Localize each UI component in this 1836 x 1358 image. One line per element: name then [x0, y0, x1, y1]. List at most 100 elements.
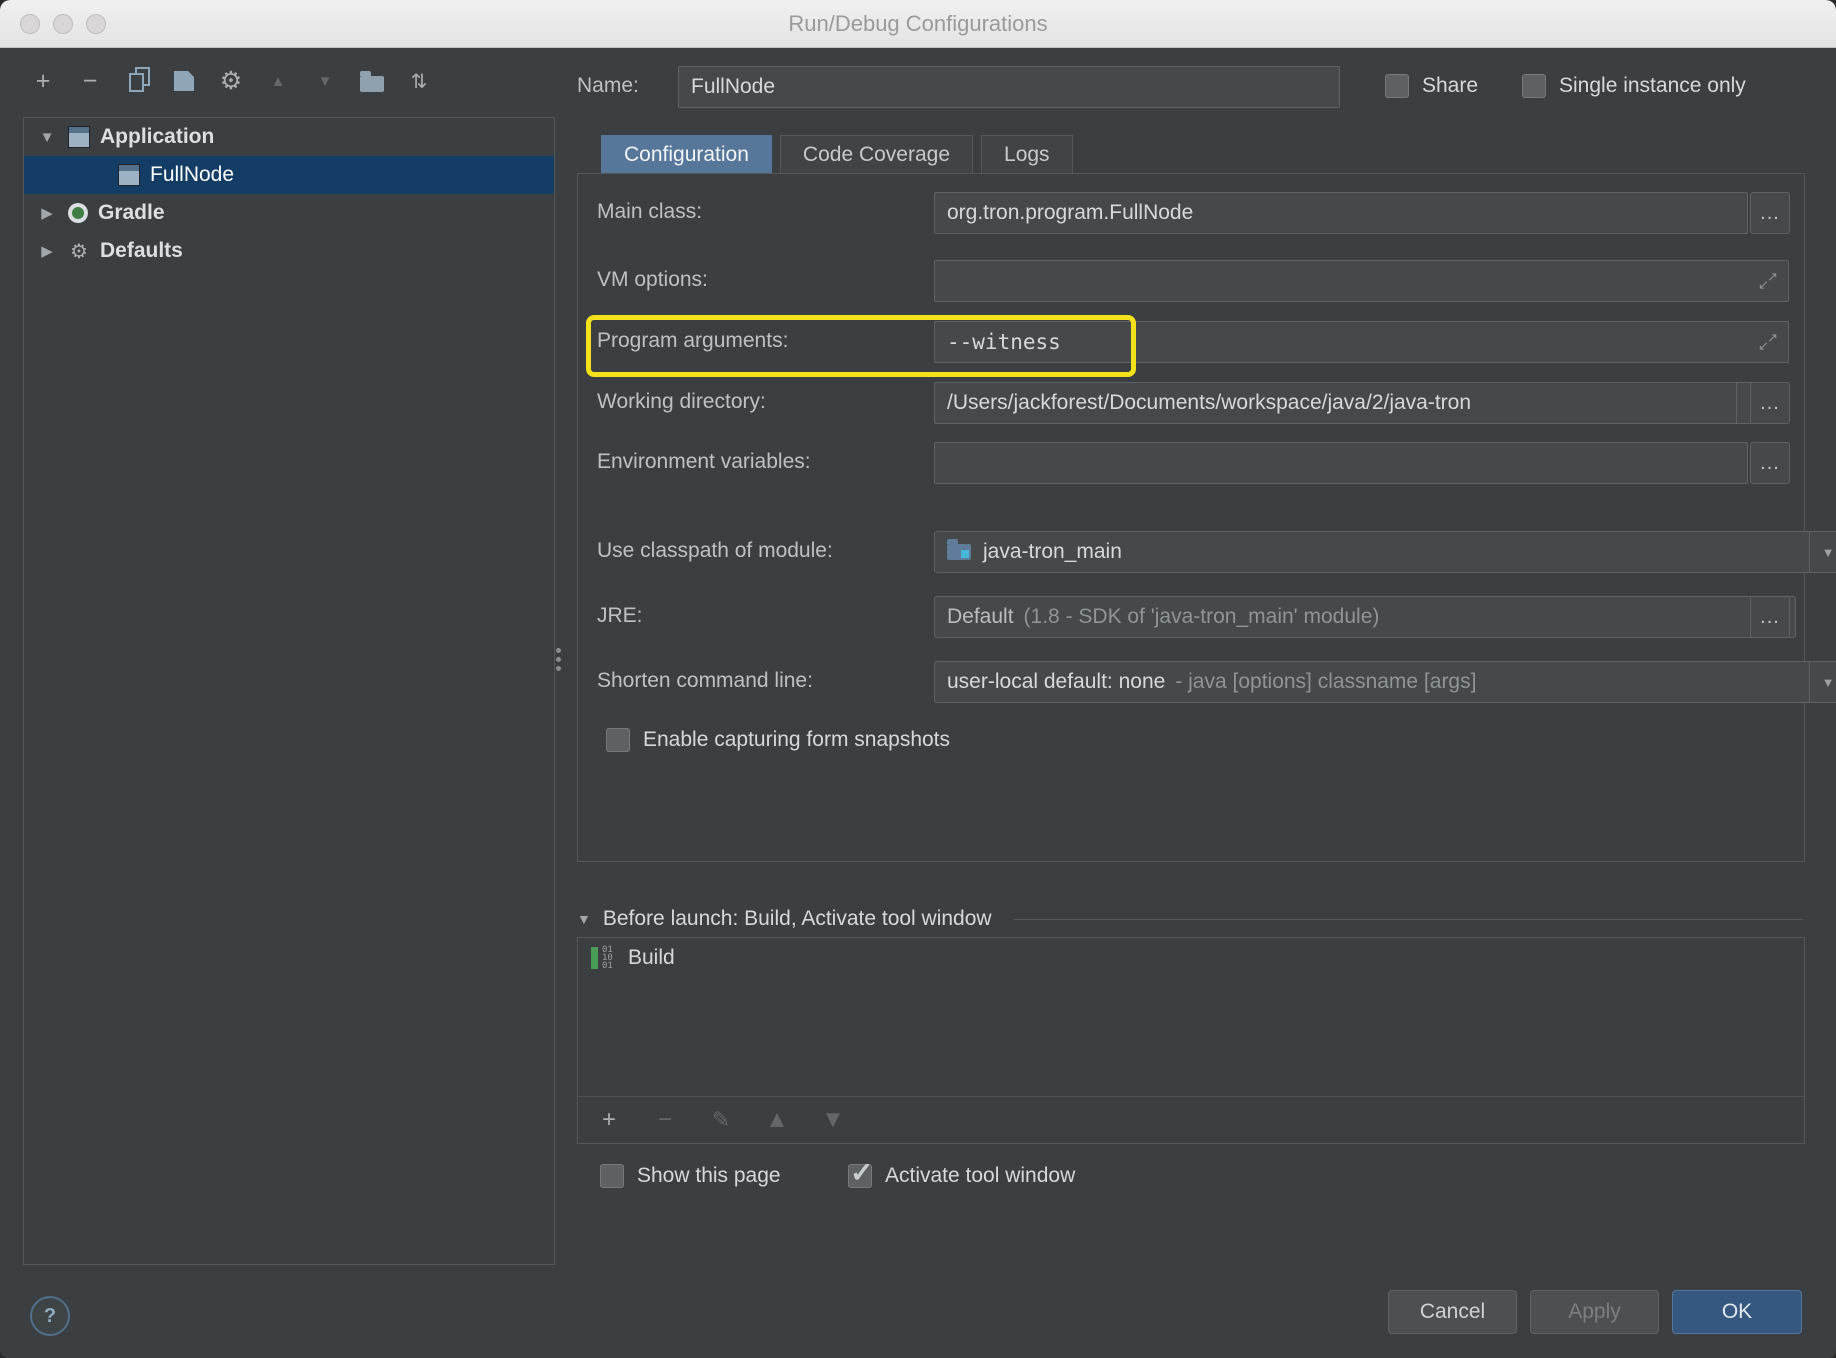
tab-code-coverage[interactable]: Code Coverage: [780, 135, 973, 174]
tab-configuration[interactable]: Configuration: [601, 135, 772, 174]
chevron-right-icon[interactable]: ▶: [36, 242, 58, 260]
jre-label: JRE:: [597, 596, 643, 636]
ok-button[interactable]: OK: [1672, 1290, 1802, 1334]
vm-options-input[interactable]: [935, 261, 1788, 301]
working-directory-field[interactable]: ▼: [934, 382, 1774, 424]
tab-label: Code Coverage: [803, 143, 950, 167]
tree-item-label: FullNode: [150, 163, 234, 187]
add-task-button[interactable]: +: [596, 1104, 622, 1136]
tree-item-application[interactable]: ▼ Application: [24, 118, 554, 156]
configuration-panel: Main class: ... VM options: ↗↙ Program a…: [577, 173, 1805, 862]
jre-browse-button[interactable]: ...: [1750, 596, 1790, 638]
expand-field-icon[interactable]: ↗↙: [1758, 332, 1778, 352]
divider: [1014, 919, 1803, 920]
wrench-icon: ⚙: [220, 66, 242, 96]
ok-label: OK: [1722, 1300, 1752, 1324]
chevron-up-icon: ▲: [765, 1106, 789, 1134]
tree-item-gradle[interactable]: ▶ Gradle: [24, 194, 554, 232]
share-checkbox-group[interactable]: Share: [1385, 70, 1478, 102]
tree-item-label: Gradle: [98, 201, 165, 225]
help-button[interactable]: ?: [30, 1296, 70, 1336]
before-launch-title: Before launch: Build, Activate tool wind…: [603, 907, 992, 931]
jre-select[interactable]: Default (1.8 - SDK of 'java-tron_main' m…: [934, 596, 1796, 638]
create-folder-button[interactable]: [359, 65, 385, 97]
show-this-page-checkbox-group[interactable]: Show this page: [600, 1160, 781, 1192]
move-down-button[interactable]: ▼: [312, 65, 338, 97]
move-task-down-button[interactable]: ▼: [820, 1104, 846, 1136]
configurations-toolbar: + − ⚙ ▲ ▼ ⇅: [30, 60, 432, 102]
environment-variables-label: Environment variables:: [597, 442, 811, 482]
capture-snapshots-checkbox-group[interactable]: Enable capturing form snapshots: [606, 724, 950, 756]
edit-task-button[interactable]: ✎: [708, 1104, 734, 1136]
before-launch-item-build[interactable]: Build: [578, 938, 1804, 978]
tab-label: Configuration: [624, 143, 749, 167]
before-launch-list: Build + − ✎ ▲ ▼: [577, 937, 1805, 1144]
capture-snapshots-label: Enable capturing form snapshots: [643, 728, 950, 752]
remove-task-button[interactable]: −: [652, 1104, 678, 1136]
expand-field-icon[interactable]: ↗↙: [1758, 271, 1778, 291]
before-launch-item-label: Build: [628, 946, 675, 970]
environment-variables-browse-button[interactable]: ...: [1750, 442, 1790, 484]
classpath-module-select[interactable]: java-tron_main ▼: [934, 531, 1836, 573]
shorten-command-line-select[interactable]: user-local default: none - java [options…: [934, 661, 1836, 703]
move-up-button[interactable]: ▲: [265, 65, 291, 97]
activate-tool-window-checkbox[interactable]: [848, 1164, 872, 1188]
chevron-down-icon: ▼: [1809, 662, 1836, 702]
ellipsis-icon: ...: [1760, 606, 1780, 629]
splitter-handle[interactable]: [556, 648, 561, 653]
show-this-page-checkbox[interactable]: [600, 1164, 624, 1188]
save-configuration-button[interactable]: [171, 65, 197, 97]
chevron-down-icon[interactable]: ▼: [577, 911, 591, 927]
sort-icon: ⇅: [411, 69, 428, 94]
plus-icon: +: [602, 1106, 616, 1134]
program-arguments-field[interactable]: ↗↙: [934, 321, 1789, 363]
main-class-input[interactable]: [934, 192, 1748, 234]
chevron-down-icon[interactable]: ▼: [36, 129, 58, 146]
vm-options-field[interactable]: ↗↙: [934, 260, 1789, 302]
folder-icon: [360, 76, 384, 92]
single-instance-checkbox[interactable]: [1522, 74, 1546, 98]
move-task-up-button[interactable]: ▲: [764, 1104, 790, 1136]
tree-item-fullnode[interactable]: FullNode: [24, 156, 554, 194]
activate-tool-window-label: Activate tool window: [885, 1164, 1075, 1188]
remove-configuration-button[interactable]: −: [77, 65, 103, 97]
tab-logs[interactable]: Logs: [981, 135, 1073, 174]
application-icon: [68, 126, 90, 148]
capture-snapshots-checkbox[interactable]: [606, 728, 630, 752]
name-input[interactable]: [678, 66, 1340, 108]
main-class-label: Main class:: [597, 192, 702, 232]
chevron-down-icon: ▼: [821, 1106, 845, 1134]
sort-configurations-button[interactable]: ⇅: [406, 65, 432, 97]
working-directory-label: Working directory:: [597, 382, 766, 422]
name-label: Name:: [577, 66, 639, 106]
main-class-browse-button[interactable]: ...: [1750, 192, 1790, 234]
apply-button[interactable]: Apply: [1530, 1290, 1659, 1334]
activate-tool-window-checkbox-group[interactable]: Activate tool window: [848, 1160, 1075, 1192]
application-icon: [118, 164, 140, 186]
single-instance-checkbox-group[interactable]: Single instance only: [1522, 70, 1746, 102]
minus-icon: −: [658, 1106, 672, 1134]
working-directory-input[interactable]: [935, 383, 1737, 423]
ellipsis-icon: ...: [1760, 452, 1780, 475]
tree-item-defaults[interactable]: ▶ ⚙ Defaults: [24, 232, 554, 270]
tree-item-label: Defaults: [100, 239, 183, 263]
jre-value: Default: [947, 605, 1014, 629]
program-arguments-input[interactable]: [935, 322, 1788, 362]
working-directory-browse-button[interactable]: ...: [1750, 382, 1790, 424]
jre-value-detail: (1.8 - SDK of 'java-tron_main' module): [1024, 605, 1380, 629]
wrench-icon: ⚙: [68, 239, 90, 264]
titlebar: Run/Debug Configurations: [0, 0, 1836, 48]
share-checkbox[interactable]: [1385, 74, 1409, 98]
cancel-button[interactable]: Cancel: [1388, 1290, 1517, 1334]
build-icon: [590, 945, 616, 971]
configurations-tree: ▼ Application FullNode ▶ Gradle ▶ ⚙ Defa…: [23, 117, 555, 1265]
add-configuration-button[interactable]: +: [30, 65, 56, 97]
shorten-value: user-local default: none: [947, 670, 1165, 694]
copy-configuration-button[interactable]: [124, 65, 150, 97]
tree-item-label: Application: [100, 125, 214, 149]
edit-defaults-button[interactable]: ⚙: [218, 65, 244, 97]
cancel-label: Cancel: [1420, 1300, 1485, 1324]
chevron-right-icon[interactable]: ▶: [36, 204, 58, 222]
before-launch-header[interactable]: ▼ Before launch: Build, Activate tool wi…: [577, 901, 1803, 937]
environment-variables-input[interactable]: [934, 442, 1748, 484]
